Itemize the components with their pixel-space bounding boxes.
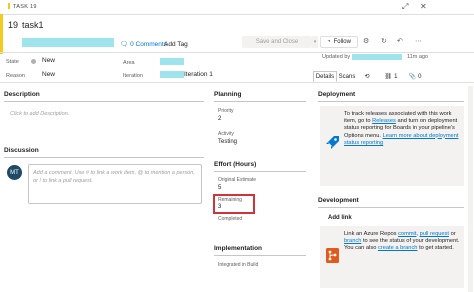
activity-value[interactable]: Testing (218, 139, 237, 145)
planning-title: Planning (214, 91, 242, 98)
development-title: Development (318, 197, 359, 204)
work-item-topbar: TASK 19 ⤢ ✕ (0, 0, 474, 14)
updated-time: 11m ago (407, 54, 428, 60)
topbar-divider (0, 14, 474, 15)
original-estimate-value[interactable]: 5 (218, 185, 221, 191)
effort-divider (214, 171, 306, 172)
create-branch-link[interactable]: create a branch (378, 245, 418, 251)
comment-placeholder-line-1: Add a comment. Use # to link a work item… (33, 170, 195, 176)
development-text-5: to get started. (417, 245, 454, 252)
planning-divider (214, 101, 306, 102)
comment-placeholder: Add a comment. Use # to link a work item… (33, 169, 201, 185)
work-item-id: 19 (8, 20, 19, 30)
tab-scans-label: Scans (338, 73, 356, 80)
save-and-close-label: Save and Close (255, 39, 299, 45)
discussion-divider (4, 157, 204, 158)
attachment-icon: 📎 (408, 74, 417, 80)
priority-label: Priority (218, 108, 234, 114)
description-editor[interactable]: Click to add Description. (10, 111, 69, 117)
development-text-1: Link an Azure Repos (344, 231, 399, 237)
repos-icon (326, 248, 339, 263)
undo-icon[interactable]: ↶ (397, 37, 403, 45)
pull-request-link[interactable]: pull request (420, 231, 449, 237)
state-value[interactable]: New (42, 57, 55, 64)
integrated-in-build-label: Integrated in Build (218, 262, 259, 268)
state-indicator-icon (31, 59, 36, 64)
attachments-count: 0 (418, 73, 422, 80)
tab-attachments[interactable]: 📎 0 (404, 71, 426, 82)
deployment-info-text: To track releases associated with this w… (344, 111, 460, 147)
development-info-text: Link an Azure Repos commit, pull request… (344, 231, 460, 253)
links-count: 1 (394, 73, 398, 80)
remaining-value[interactable]: 3 (218, 204, 221, 210)
close-icon[interactable]: ✕ (420, 2, 427, 11)
iteration-path-redacted[interactable] (160, 71, 184, 78)
updated-by-label: Updated by (322, 54, 351, 60)
development-text-3: or (448, 231, 456, 237)
implementation-title: Implementation (214, 245, 263, 252)
avatar-initials: MT (10, 169, 19, 176)
follow-button[interactable]: ◔ Follow (320, 36, 358, 48)
follow-icon: ◔ (327, 39, 331, 45)
settings-gear-icon[interactable]: ⚙ (363, 37, 369, 45)
state-label: State (6, 59, 19, 65)
tab-details[interactable]: Details (313, 71, 337, 82)
header-divider (0, 52, 474, 53)
work-item-title[interactable]: task1 (22, 20, 44, 30)
tabs-divider (0, 82, 474, 83)
iteration-value[interactable]: Iteration 1 (184, 71, 213, 78)
rocket-icon (326, 136, 339, 149)
follow-label: Follow (333, 39, 351, 45)
tab-history[interactable]: ⟲ (360, 71, 374, 82)
area-value-redacted[interactable] (160, 58, 184, 65)
comments-link[interactable]: 🗨 0 Comments (120, 40, 167, 48)
expand-icon[interactable]: ⤢ (402, 2, 408, 12)
comment-input[interactable]: Add a comment. Use # to link a work item… (28, 164, 202, 204)
add-link-button[interactable]: Add link (328, 215, 352, 221)
avatar: MT (7, 165, 22, 180)
iteration-label: Iteration (123, 73, 143, 79)
description-divider (4, 101, 204, 102)
more-actions-icon[interactable]: ⋯ (415, 37, 422, 45)
reason-value[interactable]: New (42, 71, 55, 78)
reason-label: Reason (6, 73, 25, 79)
area-label: Area (123, 60, 135, 66)
work-item-type: TASK 19 (8, 3, 37, 10)
work-item-type-label: TASK 19 (13, 4, 37, 10)
releases-link[interactable]: Releases (372, 118, 396, 124)
deployment-title: Deployment (318, 91, 356, 98)
type-accent-bar (0, 14, 3, 54)
assigned-to-redacted[interactable] (22, 38, 114, 47)
history-icon: ⟲ (364, 74, 370, 80)
links-icon: ⛓ (384, 74, 393, 80)
tab-links[interactable]: ⛓ 1 (380, 71, 402, 82)
commit-link[interactable]: commit (398, 231, 416, 237)
comment-placeholder-line-2: or ! to link a pull request. (33, 178, 93, 184)
development-info-card: Link an Azure Repos commit, pull request… (320, 226, 464, 288)
add-tag-button[interactable]: Add Tag (164, 41, 188, 48)
deployment-info-card: To track releases associated with this w… (320, 106, 464, 186)
branch-link[interactable]: branch (344, 238, 361, 244)
remaining-label: Remaining (218, 197, 242, 203)
save-dropdown-chevron-icon[interactable]: ▾ (312, 36, 318, 48)
completed-label: Completed (218, 216, 243, 222)
activity-label: Activity (218, 131, 234, 137)
updated-by-user-redacted[interactable] (352, 54, 402, 60)
discussion-title: Discussion (4, 147, 39, 154)
deployment-divider (318, 101, 464, 102)
effort-title: Effort (Hours) (214, 161, 257, 168)
priority-value[interactable]: 2 (218, 116, 221, 122)
task-type-marker (8, 3, 10, 9)
development-divider (318, 207, 464, 208)
comment-icon: 🗨 (120, 41, 129, 48)
original-estimate-label: Original Estimate (218, 177, 257, 183)
tab-scans[interactable]: Scans (337, 71, 357, 82)
comments-label: 0 Comments (130, 41, 167, 48)
right-panel-scrollbar[interactable] (468, 86, 473, 292)
refresh-icon[interactable]: ↻ (381, 37, 387, 45)
implementation-divider (214, 255, 306, 256)
description-title: Description (4, 91, 40, 98)
save-and-close-button[interactable]: Save and Close (242, 36, 312, 48)
tab-details-label: Details (315, 73, 335, 80)
